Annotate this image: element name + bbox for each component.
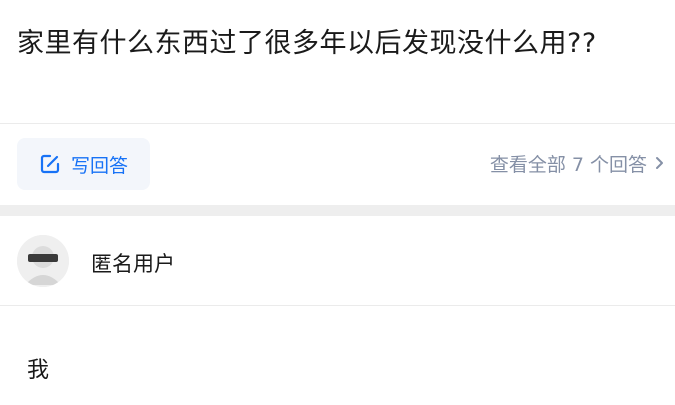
author-name[interactable]: 匿名用户	[91, 248, 175, 278]
answer-author-row: 匿名用户	[0, 216, 675, 304]
view-all-answers-link[interactable]: 查看全部 7 个回答	[490, 150, 665, 177]
edit-pencil-icon	[39, 153, 61, 175]
divider	[0, 305, 675, 306]
write-answer-label: 写回答	[70, 154, 128, 177]
question-title[interactable]: 家里有什么东西过了很多年以后发现没什么用??	[17, 24, 657, 64]
answer-content[interactable]: 我	[27, 352, 49, 384]
section-separator	[0, 205, 675, 216]
chevron-right-icon	[655, 153, 665, 175]
anonymous-avatar-icon[interactable]	[17, 235, 69, 287]
answer-action-bar: 写回答 查看全部 7 个回答	[0, 124, 675, 204]
view-all-label: 查看全部 7 个回答	[489, 154, 647, 176]
write-answer-button[interactable]: 写回答	[17, 138, 150, 190]
